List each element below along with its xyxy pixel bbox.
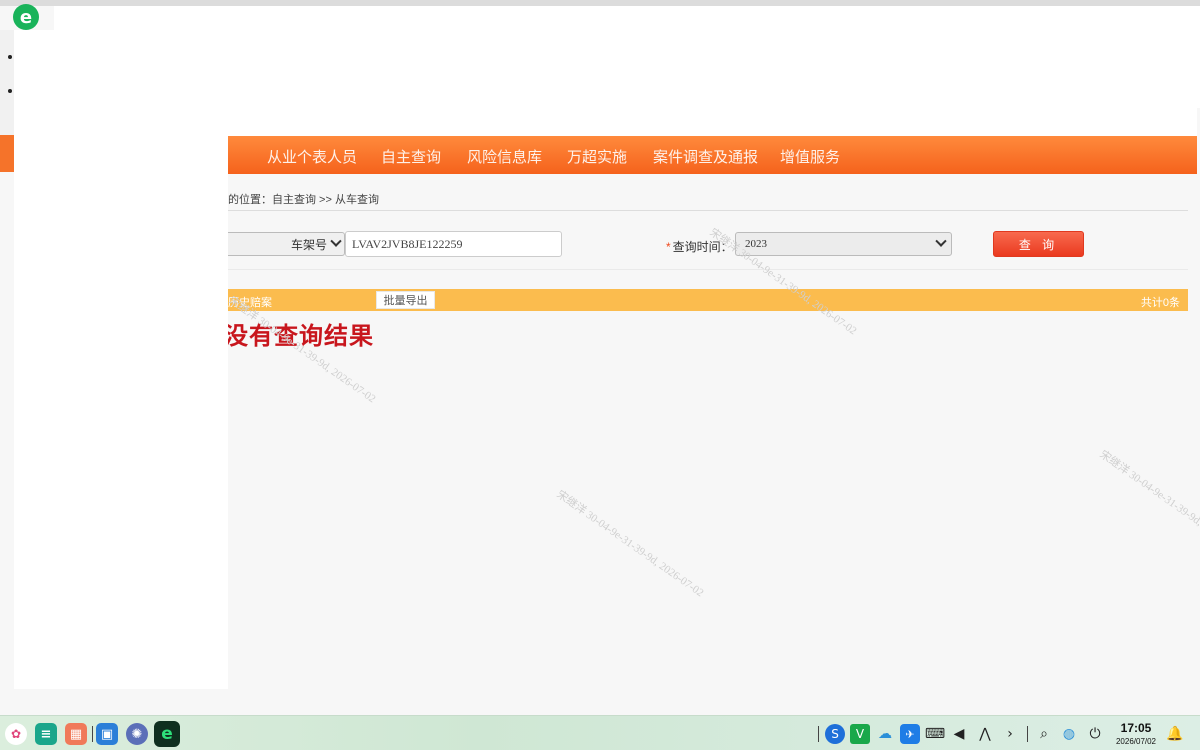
taskbar-separator	[1027, 726, 1028, 742]
nav-item-implementation[interactable]: 万超实施	[567, 146, 627, 167]
notification-bell-icon[interactable]: 🔔	[1165, 724, 1185, 744]
history-claims-label: 历史赔案	[228, 297, 272, 309]
query-button[interactable]: 查 询	[993, 231, 1084, 257]
nav-item-value-added[interactable]: 增值服务	[780, 146, 840, 167]
messenger-icon[interactable]: ✈	[900, 724, 920, 744]
search-icon[interactable]: ⌕	[1034, 724, 1054, 744]
security-tray-icon[interactable]: S	[825, 724, 845, 744]
field-type-value: 车架号	[290, 237, 327, 252]
divider	[228, 210, 1188, 211]
date-select[interactable]: 2023	[735, 232, 952, 256]
file-manager-icon[interactable]: ≡	[35, 723, 57, 745]
chevron-down-icon	[330, 235, 342, 247]
field-type-select[interactable]: 车架号	[228, 232, 345, 256]
no-result-message: 没有查询结果	[224, 323, 374, 350]
browser-taskbar-icon[interactable]: e	[154, 721, 180, 747]
cloud-icon[interactable]: ☁	[875, 724, 895, 744]
keyboard-icon[interactable]: ⌨	[925, 724, 945, 744]
v-tray-icon[interactable]: V	[850, 724, 870, 744]
nav-item-self-query[interactable]: 自主查询	[381, 146, 441, 167]
result-bar: 历史赔案 批量导出 共计0条	[228, 289, 1188, 311]
nav-item-case-investigation[interactable]: 案件调查及通报	[653, 146, 758, 167]
divider	[228, 269, 1188, 270]
chevron-right-icon[interactable]: ›	[1000, 724, 1020, 744]
clock-date[interactable]: 2026/07/02	[1110, 737, 1162, 746]
browser-logo-icon[interactable]: e	[13, 4, 39, 30]
clock-time[interactable]: 17:05	[1116, 721, 1156, 735]
left-edge-accent	[0, 135, 14, 172]
taskbar: ✿ ≡ ▦ ▣ ✺ e S V ☁ ✈ ⌨ ◀ ⋀ › ⌕ ◍ ⏻ 17:05 …	[0, 715, 1200, 750]
total-count: 共计0条	[1140, 297, 1180, 309]
vin-input[interactable]	[345, 231, 562, 257]
nav-item-risk-db[interactable]: 风险信息库	[467, 146, 542, 167]
chevron-down-icon	[935, 235, 947, 247]
date-label-text: 查询时间：	[672, 240, 733, 254]
start-menu-icon[interactable]: ✿	[5, 723, 27, 745]
package-icon[interactable]: ▣	[96, 723, 118, 745]
taskbar-separator	[818, 726, 819, 742]
taskbar-separator	[92, 726, 93, 742]
batch-export-button[interactable]: 批量导出	[376, 291, 435, 309]
power-icon[interactable]: ⏻	[1085, 724, 1105, 744]
network-icon[interactable]: ⋀	[975, 724, 995, 744]
date-select-value: 2023	[745, 238, 767, 250]
overlay-panel-left	[14, 108, 228, 689]
nav-item-staff[interactable]: 从业个表人员	[267, 146, 357, 167]
app-store-icon[interactable]: ▦	[65, 723, 87, 745]
breadcrumb: 的位置：自主查询 >> 从车查询	[228, 194, 379, 206]
date-label: * 查询时间：	[666, 238, 733, 255]
bullet-icon	[8, 89, 12, 93]
bullet-icon	[8, 55, 12, 59]
volume-icon[interactable]: ◀	[949, 724, 969, 744]
left-edge-panel	[0, 30, 14, 135]
overlay-panel-left-top	[14, 30, 54, 108]
overlay-panel-top	[54, 6, 1200, 108]
globe-icon[interactable]: ◍	[1059, 724, 1079, 744]
settings-icon[interactable]: ✺	[126, 723, 148, 745]
required-mark: *	[666, 240, 671, 254]
